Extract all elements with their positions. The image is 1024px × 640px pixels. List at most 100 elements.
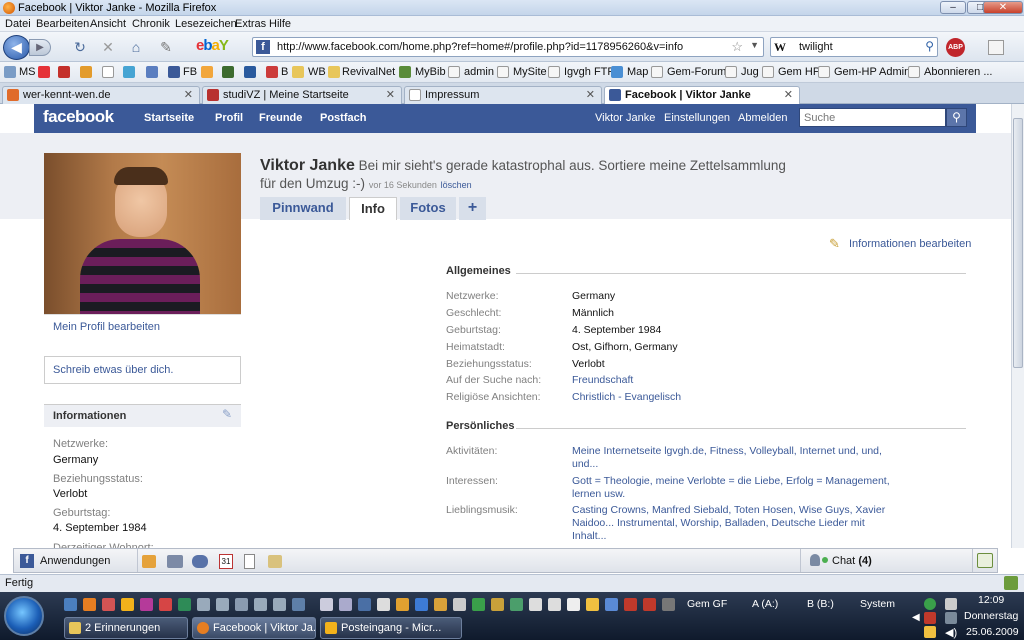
info-value-link[interactable]: Freundschaft: [572, 374, 902, 387]
bookmark-icon[interactable]: [222, 66, 234, 78]
quicklaunch-icon[interactable]: [159, 598, 172, 611]
nav-startseite[interactable]: Startseite: [144, 112, 194, 124]
nav-einstellungen[interactable]: Einstellungen: [664, 112, 730, 124]
friends-icon[interactable]: [192, 555, 208, 568]
quicklaunch-icon[interactable]: [320, 598, 333, 611]
menu-bearbeiten[interactable]: Bearbeiten: [36, 18, 89, 30]
quicklaunch-icon[interactable]: [662, 598, 675, 611]
back-button[interactable]: ◀: [3, 35, 30, 60]
quicklaunch-icon[interactable]: [216, 598, 229, 611]
network-icon[interactable]: [945, 612, 957, 624]
quicklaunch-icon[interactable]: [567, 598, 580, 611]
quicklaunch-icon[interactable]: [472, 598, 485, 611]
tab-close-icon[interactable]: ✕: [386, 88, 395, 101]
quicklaunch-icon[interactable]: [548, 598, 561, 611]
search-input[interactable]: twilight: [799, 41, 833, 53]
toolbar-gem-gf[interactable]: Gem GF: [687, 598, 727, 610]
forward-button[interactable]: ▶: [29, 39, 51, 56]
bookmark-ms[interactable]: MS: [19, 66, 36, 78]
tab-close-icon[interactable]: ✕: [184, 88, 193, 101]
nav-abmelden[interactable]: Abmelden: [738, 112, 788, 124]
quicklaunch-icon[interactable]: [339, 598, 352, 611]
quicklaunch-icon[interactable]: [254, 598, 267, 611]
add-tab-button[interactable]: +: [459, 197, 486, 220]
tab-info[interactable]: Info: [349, 197, 397, 220]
close-button[interactable]: ✕: [983, 1, 1023, 14]
bookmark-icon[interactable]: [80, 66, 92, 78]
bookmark-mysite[interactable]: MySite: [513, 66, 547, 78]
bookmark-jug[interactable]: Jug: [741, 66, 759, 78]
ebay-bookmark-icon[interactable]: [38, 66, 50, 78]
tab-facebook[interactable]: Facebook | Viktor Janke ✕: [604, 86, 800, 105]
bookmark-abonnieren[interactable]: Abonnieren ...: [924, 66, 993, 78]
quicklaunch-icon[interactable]: [586, 598, 599, 611]
menu-lesezeichen[interactable]: Lesezeichen: [175, 18, 237, 30]
nav-postfach[interactable]: Postfach: [320, 112, 366, 124]
bookmark-b[interactable]: B: [281, 66, 288, 78]
tab-studivz[interactable]: studiVZ | Meine Startseite ✕: [202, 86, 402, 104]
taskbar-button-outlook[interactable]: Posteingang - Micr...: [320, 617, 462, 639]
profile-photo[interactable]: [44, 153, 241, 314]
tray-icon[interactable]: [945, 598, 957, 610]
bookmark-gem-forum[interactable]: Gem-Forum: [667, 66, 726, 78]
tab-impressum[interactable]: Impressum ✕: [404, 86, 602, 104]
popout-chat-icon[interactable]: [977, 553, 993, 568]
quicklaunch-icon[interactable]: [235, 598, 248, 611]
status-delete-link[interactable]: löschen: [441, 180, 472, 190]
clock-time[interactable]: 12:09: [978, 594, 1004, 606]
bookmark-revivalnet[interactable]: RevivalNet: [342, 66, 395, 78]
start-button[interactable]: [4, 596, 44, 636]
edit-pencil-icon[interactable]: ✎: [829, 236, 840, 252]
bookmark-map[interactable]: Map: [627, 66, 648, 78]
menu-datei[interactable]: Datei: [5, 18, 31, 30]
bookmark-admin[interactable]: admin: [464, 66, 494, 78]
quicklaunch-icon[interactable]: [453, 598, 466, 611]
ebay-icon[interactable]: ebaY: [196, 37, 229, 54]
url-dropdown-icon[interactable]: ▼: [750, 40, 759, 50]
quicklaunch-icon[interactable]: [377, 598, 390, 611]
vertical-scrollbar[interactable]: [1011, 104, 1024, 548]
tab-fotos[interactable]: Fotos: [400, 197, 456, 220]
bookmark-gem-hp-admin[interactable]: Gem-HP Admin: [834, 66, 910, 78]
bookmark-igvgh-ftp[interactable]: Igvgh FTP: [564, 66, 615, 78]
scrollbar-thumb[interactable]: [1013, 118, 1023, 368]
menu-extras[interactable]: Extras: [235, 18, 266, 30]
nav-profil[interactable]: Profil: [215, 112, 243, 124]
quicklaunch-icon[interactable]: [273, 598, 286, 611]
write-about-link[interactable]: Schreib etwas über dich.: [53, 364, 173, 376]
info-value-link[interactable]: Casting Crowns, Manfred Siebald, Toten H…: [572, 504, 902, 544]
info-value-link[interactable]: Christlich - Evangelisch: [572, 391, 902, 404]
addon-icon[interactable]: ✎: [158, 39, 174, 55]
youtube-bookmark-icon[interactable]: [58, 66, 70, 78]
amazon-bookmark-icon[interactable]: [102, 66, 114, 78]
menu-ansicht[interactable]: Ansicht: [90, 18, 126, 30]
notes-icon[interactable]: [244, 554, 255, 569]
quicklaunch-icon[interactable]: [292, 598, 305, 611]
toolbar-system[interactable]: System: [860, 598, 895, 610]
clock-day[interactable]: Donnerstag: [964, 610, 1018, 622]
taskbar-button-firefox[interactable]: Facebook | Viktor Ja...: [192, 617, 316, 639]
calendar-icon[interactable]: 31: [219, 554, 233, 569]
edit-pencil-icon[interactable]: ✎: [222, 407, 232, 421]
tray-icon[interactable]: [924, 598, 936, 610]
quicklaunch-icon[interactable]: [358, 598, 371, 611]
app-icon[interactable]: [142, 555, 156, 568]
bookmark-mybib[interactable]: MyBib: [415, 66, 446, 78]
nav-freunde[interactable]: Freunde: [259, 112, 302, 124]
quicklaunch-icon[interactable]: [605, 598, 618, 611]
info-value-link[interactable]: Gott = Theologie, meine Verlobte = die L…: [572, 475, 902, 501]
bookmark-gem-hp[interactable]: Gem HP: [778, 66, 820, 78]
edit-info-link[interactable]: Informationen bearbeiten: [849, 238, 971, 250]
quicklaunch-icon[interactable]: [491, 598, 504, 611]
minimize-button[interactable]: –: [940, 1, 966, 14]
bookmark-icon[interactable]: [123, 66, 135, 78]
quicklaunch-icon[interactable]: [178, 598, 191, 611]
reload-icon[interactable]: ↻: [72, 39, 88, 55]
taskbar-button-reminders[interactable]: 2 Erinnerungen: [64, 617, 188, 639]
quicklaunch-icon[interactable]: [396, 598, 409, 611]
adblock-icon[interactable]: ABP: [946, 38, 965, 57]
facebook-search-input[interactable]: Suche: [799, 108, 946, 127]
quicklaunch-icon[interactable]: [121, 598, 134, 611]
chat-button[interactable]: Chat (4): [832, 555, 872, 567]
stop-icon[interactable]: ✕: [100, 39, 116, 55]
